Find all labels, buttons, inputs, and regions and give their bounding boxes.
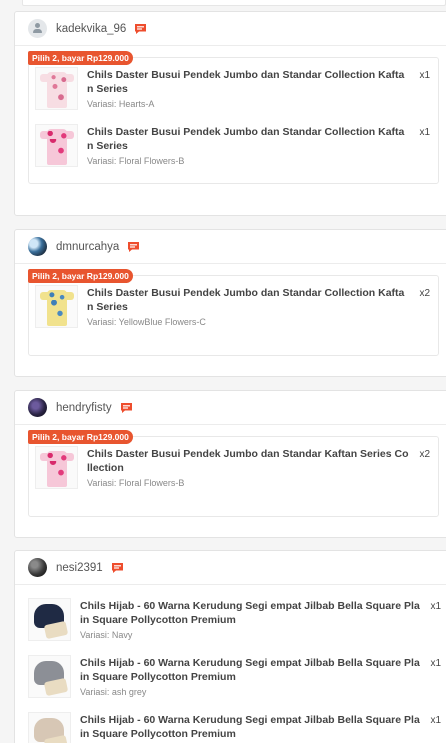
product-thumbnail[interactable]: [35, 285, 78, 328]
product-title[interactable]: Chils Daster Busui Pendek Jumbo dan Stan…: [87, 447, 410, 475]
product-thumbnail[interactable]: [35, 446, 78, 489]
order-header: hendryfisty: [15, 391, 446, 425]
bundle-deal-box: Pilih 2, bayar Rp129.000 Chils Daster Bu…: [28, 430, 439, 517]
product-thumbnail[interactable]: [35, 67, 78, 110]
product-row[interactable]: Chils Hijab - 60 Warna Kerudung Segi emp…: [15, 591, 446, 648]
product-row[interactable]: Chils Daster Busui Pendek Jumbo dan Stan…: [29, 278, 438, 335]
product-title[interactable]: Chils Hijab - 60 Warna Kerudung Segi emp…: [80, 713, 421, 741]
bundle-deal-box: Pilih 2, bayar Rp129.000 Chils Daster Bu…: [28, 269, 439, 356]
product-quantity: x1: [419, 127, 430, 138]
product-title[interactable]: Chils Daster Busui Pendek Jumbo dan Stan…: [87, 125, 410, 153]
avatar[interactable]: [28, 237, 47, 256]
order-card: dmnurcahya Pilih 2, bayar Rp129.000 Chil…: [14, 229, 446, 377]
product-title[interactable]: Chils Daster Busui Pendek Jumbo dan Stan…: [87, 68, 410, 96]
order-header: dmnurcahya: [15, 230, 446, 264]
order-card: nesi2391 Chils Hijab - 60 Warna Kerudung…: [14, 550, 446, 743]
product-quantity: x1: [430, 658, 441, 669]
product-row[interactable]: Chils Daster Busui Pendek Jumbo dan Stan…: [29, 60, 438, 117]
product-quantity: x2: [419, 449, 430, 460]
product-title[interactable]: Chils Daster Busui Pendek Jumbo dan Stan…: [87, 286, 410, 314]
bundle-deal-box: Pilih 2, bayar Rp129.000 Chils Daster Bu…: [28, 51, 439, 184]
order-card: kadekvika_96 Pilih 2, bayar Rp129.000 Ch…: [14, 11, 446, 216]
product-row[interactable]: Chils Daster Busui Pendek Jumbo dan Stan…: [29, 117, 438, 174]
product-thumbnail[interactable]: [35, 124, 78, 167]
avatar[interactable]: [28, 558, 47, 577]
order-card: hendryfisty Pilih 2, bayar Rp129.000 Chi…: [14, 390, 446, 538]
user-icon[interactable]: [28, 19, 47, 38]
product-row[interactable]: Chils Hijab - 60 Warna Kerudung Segi emp…: [15, 648, 446, 705]
buyer-username[interactable]: nesi2391: [56, 562, 103, 574]
product-title[interactable]: Chils Hijab - 60 Warna Kerudung Segi emp…: [80, 599, 421, 627]
avatar[interactable]: [28, 398, 47, 417]
product-quantity: x1: [430, 715, 441, 726]
product-thumbnail[interactable]: [28, 655, 71, 698]
product-variant: Variasi: Floral Flowers-B: [87, 478, 185, 488]
product-quantity: x1: [430, 601, 441, 612]
product-variant: Variasi: Navy: [80, 630, 133, 640]
product-row[interactable]: Chils Daster Busui Pendek Jumbo dan Stan…: [29, 439, 438, 496]
chat-bubble-icon[interactable]: [127, 241, 140, 253]
product-thumbnail[interactable]: [28, 712, 71, 743]
chat-bubble-icon[interactable]: [111, 562, 124, 574]
buyer-username[interactable]: dmnurcahya: [56, 241, 119, 253]
product-row[interactable]: Chils Hijab - 60 Warna Kerudung Segi emp…: [15, 705, 446, 743]
order-header: kadekvika_96: [15, 12, 446, 46]
buyer-username[interactable]: hendryfisty: [56, 402, 112, 414]
product-quantity: x1: [419, 70, 430, 81]
product-title[interactable]: Chils Hijab - 60 Warna Kerudung Segi emp…: [80, 656, 421, 684]
product-thumbnail[interactable]: [28, 598, 71, 641]
product-variant: Variasi: Floral Flowers-B: [87, 156, 185, 166]
chat-bubble-icon[interactable]: [120, 402, 133, 414]
product-variant: Variasi: YellowBlue Flowers-C: [87, 317, 206, 327]
product-variant: Variasi: Hearts-A: [87, 99, 155, 109]
buyer-username[interactable]: kadekvika_96: [56, 23, 126, 35]
previous-card-edge: [22, 0, 446, 6]
chat-bubble-icon[interactable]: [134, 23, 147, 35]
product-quantity: x2: [419, 288, 430, 299]
order-header: nesi2391: [15, 551, 446, 585]
product-variant: Variasi: ash grey: [80, 687, 147, 697]
